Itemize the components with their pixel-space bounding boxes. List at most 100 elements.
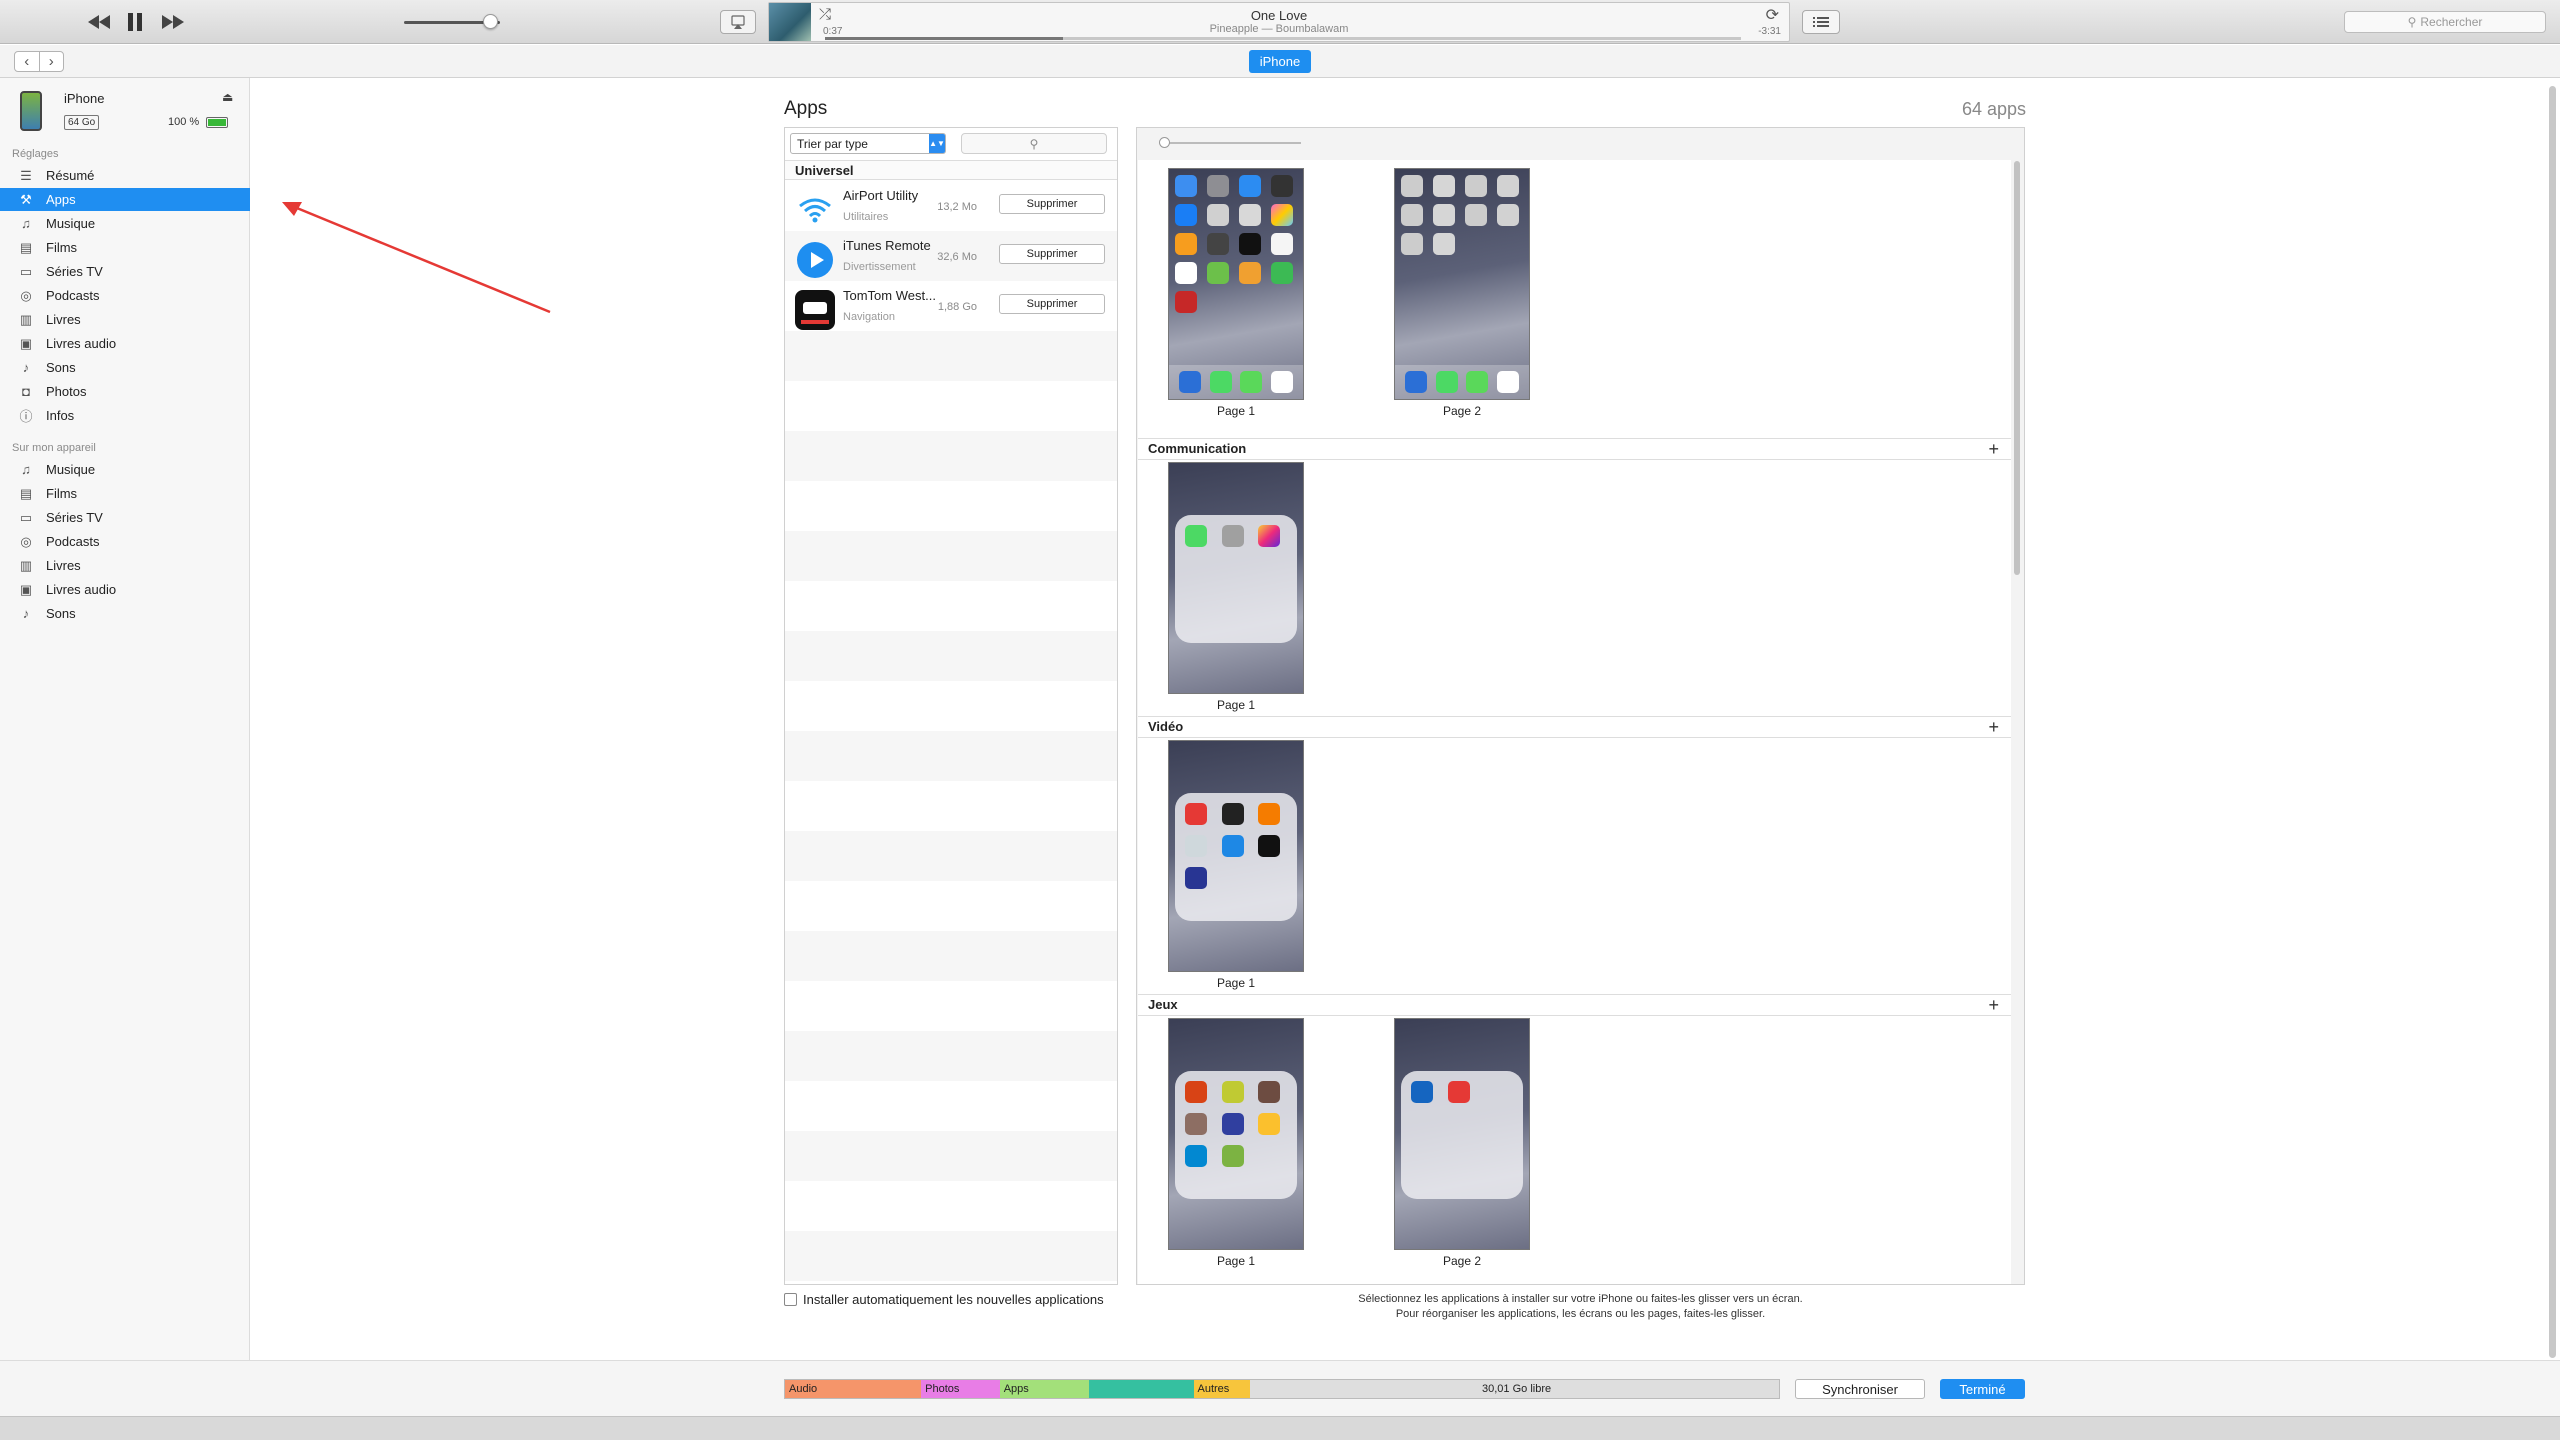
zoom-knob[interactable] [1159, 137, 1170, 148]
games-page-1[interactable] [1168, 1018, 1304, 1250]
tweetbot-icon[interactable] [1179, 371, 1202, 393]
folder-icon[interactable] [1433, 175, 1455, 197]
sidebar-item-podcasts[interactable]: ◎ Podcasts [0, 530, 250, 553]
messages-icon[interactable] [1466, 371, 1489, 393]
vlc-icon[interactable] [1258, 803, 1281, 825]
pause-button[interactable] [122, 8, 148, 36]
add-page-icon[interactable]: + [1988, 717, 1999, 737]
sidebar-item-livres-audio[interactable]: ▣ Livres audio [0, 332, 250, 355]
netflix-icon[interactable] [1258, 835, 1281, 857]
storage-bar[interactable]: Audio Photos Apps Autres 30,01 Go libre [784, 1379, 1780, 1399]
folder-icon[interactable] [1433, 204, 1455, 226]
home-app-icon[interactable] [1239, 262, 1261, 284]
game-icon[interactable] [1447, 1081, 1470, 1103]
video-app-icon[interactable] [1185, 835, 1207, 857]
mail-icon[interactable] [1175, 175, 1197, 197]
fast-forward-button[interactable] [158, 8, 188, 36]
sidebar-item-films[interactable]: ▤ Films [0, 482, 250, 505]
music-app-icon[interactable] [1270, 371, 1293, 393]
sidebar-item-musique[interactable]: ♫ Musique [0, 212, 250, 235]
sidebar-item-apps[interactable]: ⚒ Apps [0, 188, 250, 211]
delete-app-button[interactable]: Supprimer [999, 294, 1105, 314]
communication-page-1[interactable] [1168, 462, 1304, 694]
app-row[interactable]: TomTom West... Navigation 1,88 Go Supprimer [785, 282, 1117, 332]
back-icon[interactable]: ‹ [15, 52, 40, 71]
sidebar-item-livres[interactable]: ▥ Livres [0, 308, 250, 331]
video-page-1[interactable] [1168, 740, 1304, 972]
folder-icon[interactable] [1465, 175, 1487, 197]
contacts-icon[interactable] [1221, 525, 1244, 547]
game-icon[interactable] [1258, 1081, 1281, 1103]
auto-install-option[interactable]: Installer automatiquement les nouvelles … [784, 1292, 1104, 1307]
device-name[interactable]: iPhone [64, 91, 104, 106]
folder-icon[interactable] [1433, 233, 1455, 255]
home-page-1[interactable] [1168, 168, 1304, 400]
phone-icon[interactable] [1209, 371, 1232, 393]
game-icon[interactable] [1258, 1113, 1281, 1135]
instagram-icon[interactable] [1258, 525, 1281, 547]
folder-icon[interactable] [1207, 204, 1229, 226]
search-field[interactable]: ⚲ Rechercher [2344, 11, 2546, 33]
volume-knob[interactable] [483, 14, 499, 29]
youtube-icon[interactable] [1185, 803, 1207, 825]
facetime-icon[interactable] [1185, 525, 1207, 547]
tv-app-icon[interactable] [1207, 233, 1229, 255]
auto-install-checkbox[interactable] [784, 1293, 797, 1306]
game-icon[interactable] [1221, 1113, 1244, 1135]
sidebar-item-résumé[interactable]: ☰ Résumé [0, 164, 250, 187]
game-icon[interactable] [1221, 1145, 1244, 1167]
home-scrollbar[interactable] [2014, 161, 2020, 575]
sidebar-item-livres[interactable]: ▥ Livres [0, 554, 250, 577]
add-page-icon[interactable]: + [1988, 439, 1999, 459]
safari-icon[interactable] [1239, 175, 1261, 197]
forward-icon[interactable]: › [40, 52, 64, 71]
window-scrollbar[interactable] [2549, 86, 2556, 1358]
app-search-input[interactable]: ⚲ [961, 133, 1107, 154]
storage-segment-photos[interactable]: Photos [921, 1380, 1000, 1398]
folder-icon[interactable] [1401, 175, 1423, 197]
tv-guide-icon[interactable] [1185, 867, 1207, 889]
sidebar-item-photos[interactable]: ◘ Photos [0, 380, 250, 403]
sidebar-item-musique[interactable]: ♫ Musique [0, 458, 250, 481]
storage-segment-other-data[interactable] [1089, 1380, 1194, 1398]
pokemon-icon[interactable] [1411, 1081, 1433, 1103]
airplay-button[interactable] [720, 10, 756, 34]
sidebar-item-infos[interactable]: ⓘ Infos [0, 404, 250, 427]
watch-icon[interactable] [1239, 233, 1261, 255]
tweetbot-icon[interactable] [1405, 371, 1428, 393]
repeat-icon[interactable]: ⟳ [1766, 5, 1779, 25]
folder-icon[interactable] [1497, 175, 1519, 197]
phone-icon[interactable] [1435, 371, 1458, 393]
folder-icon[interactable] [1497, 204, 1519, 226]
ibooks-icon[interactable] [1175, 233, 1197, 255]
add-page-icon[interactable]: + [1988, 995, 1999, 1015]
rewind-button[interactable] [84, 8, 114, 36]
device-tab[interactable]: iPhone [1249, 50, 1311, 73]
folder-icon[interactable] [1401, 204, 1423, 226]
done-button[interactable]: Terminé [1940, 1379, 2025, 1399]
find-friends-icon[interactable] [1271, 262, 1293, 284]
remote-icon[interactable] [1221, 835, 1244, 857]
games-page-2[interactable] [1394, 1018, 1530, 1250]
health-icon[interactable] [1271, 233, 1293, 255]
calendar-icon[interactable] [1175, 262, 1197, 284]
settings-icon[interactable] [1207, 175, 1229, 197]
delete-app-button[interactable]: Supprimer [999, 194, 1105, 214]
eject-icon[interactable]: ⏏ [222, 90, 233, 104]
delete-app-button[interactable]: Supprimer [999, 244, 1105, 264]
sidebar-item-livres-audio[interactable]: ▣ Livres audio [0, 578, 250, 601]
folder-icon[interactable] [1239, 204, 1261, 226]
photos-icon[interactable] [1271, 204, 1293, 226]
folder-icon[interactable] [1401, 233, 1423, 255]
sort-select[interactable]: Trier par type ▲▼ [790, 133, 946, 154]
sidebar-item-podcasts[interactable]: ◎ Podcasts [0, 284, 250, 307]
game-icon[interactable] [1175, 291, 1197, 313]
storage-segment-autres[interactable]: Autres [1193, 1380, 1251, 1398]
messages-icon[interactable] [1240, 371, 1263, 393]
app-store-icon[interactable] [1175, 204, 1197, 226]
app-row[interactable]: AirPort Utility Utilitaires 13,2 Mo Supprim… [785, 182, 1117, 232]
game-icon[interactable] [1185, 1113, 1207, 1135]
storage-segment-apps[interactable]: Apps [999, 1380, 1090, 1398]
camera-icon[interactable] [1271, 175, 1293, 197]
progress-bar[interactable] [825, 37, 1741, 40]
